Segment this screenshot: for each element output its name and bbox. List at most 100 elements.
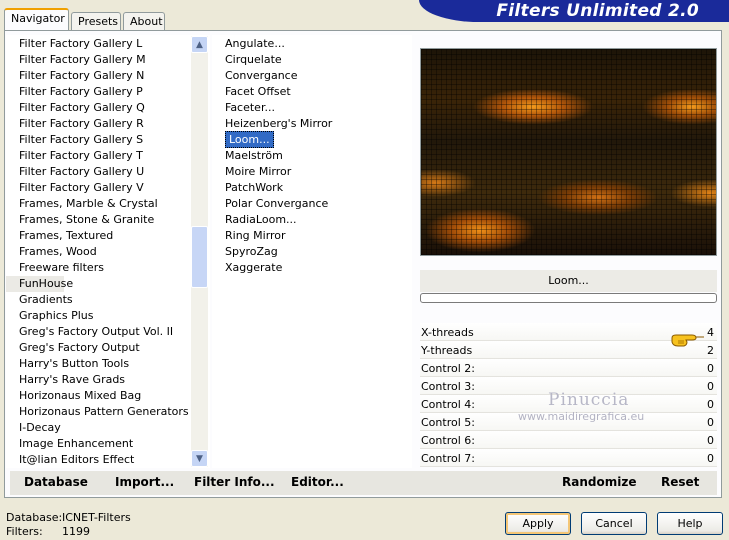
tab-about[interactable]: About — [123, 12, 165, 30]
reset-button[interactable]: Reset — [661, 475, 699, 489]
category-item[interactable]: I-Decay — [6, 420, 190, 436]
control-value[interactable]: 0 — [707, 416, 714, 429]
category-item[interactable]: Filter Factory Gallery M — [6, 52, 190, 68]
control-value[interactable]: 4 — [707, 326, 714, 339]
category-item[interactable]: Greg's Factory Output — [6, 340, 190, 356]
filter-item[interactable]: PatchWork — [212, 180, 283, 196]
category-item[interactable]: It@lian Editors Effect — [6, 452, 190, 468]
scroll-down-arrow-icon[interactable]: ▼ — [191, 450, 208, 467]
category-item[interactable]: Gradients — [6, 292, 190, 308]
control-value[interactable]: 0 — [707, 362, 714, 375]
filter-item[interactable]: Convergance — [212, 68, 298, 84]
category-item[interactable]: Greg's Factory Output Vol. II — [6, 324, 190, 340]
control-label: Control 4: — [421, 398, 475, 411]
filter-item-label: SpyroZag — [225, 245, 278, 258]
control-value[interactable]: 0 — [707, 434, 714, 447]
filter-item[interactable]: SpyroZag — [212, 244, 278, 260]
control-value[interactable]: 0 — [707, 452, 714, 465]
filter-item[interactable]: Moire Mirror — [212, 164, 291, 180]
category-item[interactable]: FunHouse — [6, 276, 73, 292]
filters-count-value: 1199 — [62, 525, 90, 538]
bottom-toolbar: Database Import... Filter Info... Editor… — [10, 471, 717, 495]
category-item[interactable]: Image Enhancement — [6, 436, 190, 452]
filter-name-label: Loom... — [420, 270, 717, 292]
filter-item[interactable]: Angulate... — [212, 36, 285, 52]
tab-navigator[interactable]: Navigator — [4, 8, 69, 30]
tab-label: About — [130, 15, 163, 28]
category-item[interactable]: Horizonaus Mixed Bag — [6, 388, 190, 404]
category-item[interactable]: Freeware filters — [6, 260, 190, 276]
watermark-name: Pinuccia — [548, 390, 630, 410]
filter-item-label: Maelström — [225, 149, 283, 162]
category-item[interactable]: Filter Factory Gallery S — [6, 132, 190, 148]
app-title: Filters Unlimited 2.0 — [496, 1, 699, 21]
category-item[interactable]: Harry's Rave Grads — [6, 372, 190, 388]
category-item[interactable]: Filter Factory Gallery U — [6, 164, 190, 180]
category-item[interactable]: Filter Factory Gallery P — [6, 84, 190, 100]
filter-list[interactable]: Angulate... Cirquelate Convergance Facet Of… — [212, 35, 412, 468]
filter-item[interactable]: Facet Offset — [212, 84, 291, 100]
database-button[interactable]: Database — [24, 475, 88, 489]
randomize-button[interactable]: Randomize — [562, 475, 636, 489]
filter-item-label: RadiaLoom... — [225, 213, 297, 226]
tab-presets[interactable]: Presets — [71, 12, 121, 30]
help-button[interactable]: Help — [657, 512, 723, 535]
filter-item-label: Polar Convergance — [225, 197, 329, 210]
control-label: Control 6: — [421, 434, 475, 447]
scrollbar-thumb[interactable] — [191, 226, 208, 288]
filter-item[interactable]: Faceter... — [212, 100, 275, 116]
category-item[interactable]: Filter Factory Gallery V — [6, 180, 190, 196]
category-item[interactable]: Frames, Wood — [6, 244, 190, 260]
filter-item[interactable]: Ring Mirror — [212, 228, 286, 244]
editor-button[interactable]: Editor... — [291, 475, 344, 489]
category-item[interactable]: Filter Factory Gallery R — [6, 116, 190, 132]
control-label: Y-threads — [421, 344, 473, 357]
category-item[interactable]: Frames, Marble & Crystal — [6, 196, 190, 212]
control-row[interactable]: Control 7: 0 — [420, 449, 717, 467]
control-value[interactable]: 0 — [707, 380, 714, 393]
filter-item-label: PatchWork — [225, 181, 284, 194]
apply-button[interactable]: Apply — [505, 512, 571, 535]
filter-preview-image — [420, 48, 717, 256]
filter-item[interactable]: Cirquelate — [212, 52, 282, 68]
category-item[interactable]: Graphics Plus — [6, 308, 190, 324]
control-label: Control 5: — [421, 416, 475, 429]
category-item[interactable]: Frames, Textured — [6, 228, 190, 244]
filter-item-label: Faceter... — [225, 101, 275, 114]
filter-item[interactable]: RadiaLoom... — [212, 212, 297, 228]
category-item[interactable]: Filter Factory Gallery L — [6, 36, 190, 52]
filter-item[interactable]: Polar Convergance — [212, 196, 328, 212]
scroll-up-arrow-icon[interactable]: ▲ — [191, 36, 208, 53]
watermark-url: www.maidiregrafica.eu — [518, 410, 645, 423]
progress-bar — [420, 293, 717, 303]
filter-item[interactable]: Maelström — [212, 148, 283, 164]
filter-item-label: Ring Mirror — [225, 229, 286, 242]
category-item[interactable]: Filter Factory Gallery N — [6, 68, 190, 84]
filter-item[interactable]: Heizenberg's Mirror — [212, 116, 332, 132]
filter-info-button[interactable]: Filter Info... — [194, 475, 275, 489]
cancel-button[interactable]: Cancel — [581, 512, 647, 535]
control-row[interactable]: Control 2: 0 — [420, 359, 717, 377]
filter-item-label: Xaggerate — [225, 261, 283, 274]
control-label: Control 7: — [421, 452, 475, 465]
filter-item[interactable]: Xaggerate — [212, 260, 282, 276]
category-list[interactable]: Filter Factory Gallery L Filter Factory G… — [6, 35, 210, 468]
import-button[interactable]: Import... — [115, 475, 174, 489]
filter-item[interactable]: Loom... — [212, 131, 274, 148]
category-item[interactable]: Harry's Button Tools — [6, 356, 190, 372]
filter-item-label: Facet Offset — [225, 85, 291, 98]
filters-count-label: Filters: — [6, 525, 43, 538]
control-row[interactable]: Control 6: 0 — [420, 431, 717, 449]
control-value[interactable]: 2 — [707, 344, 714, 357]
filter-item-label: Moire Mirror — [225, 165, 292, 178]
category-item[interactable]: Filter Factory Gallery T — [6, 148, 190, 164]
category-item[interactable]: Frames, Stone & Granite — [6, 212, 190, 228]
database-label: Database: — [6, 511, 63, 524]
category-item[interactable]: Horizonaus Pattern Generators — [6, 404, 190, 420]
category-item[interactable]: Filter Factory Gallery Q — [6, 100, 190, 116]
filter-item-label: Cirquelate — [225, 53, 282, 66]
category-scrollbar[interactable]: ▲ ▼ — [191, 36, 208, 467]
title-banner: Filters Unlimited 2.0 — [419, 0, 729, 22]
control-value[interactable]: 0 — [707, 398, 714, 411]
pointing-hand-icon — [671, 334, 704, 347]
